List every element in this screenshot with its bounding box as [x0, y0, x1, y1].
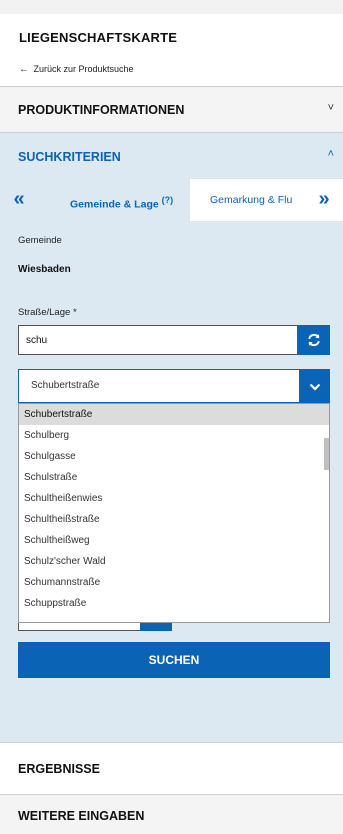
- back-link[interactable]: ← Zurück zur Produktsuche: [19, 64, 134, 75]
- strasse-label: Straße/Lage *: [18, 307, 77, 318]
- street-select[interactable]: Schubertstraße: [18, 369, 330, 403]
- section-title: WEITERE EINGABEN: [18, 809, 145, 823]
- street-dropdown-list[interactable]: Schubertstraße Schulberg Schulgasse Schu…: [18, 403, 330, 623]
- street-select-value[interactable]: Schubertstraße: [18, 369, 300, 403]
- chevron-up-icon[interactable]: ˄: [328, 148, 334, 160]
- back-link-label: Zurück zur Produktsuche: [33, 64, 134, 74]
- tab-next-icon[interactable]: »: [305, 179, 343, 221]
- tab-prev-icon[interactable]: «: [0, 179, 38, 221]
- dropdown-option[interactable]: Schulgasse: [19, 446, 329, 467]
- dropdown-option[interactable]: Schultheißstraße: [19, 509, 329, 530]
- section-title: ERGEBNISSE: [18, 762, 100, 776]
- tab-gemeinde-lage[interactable]: Gemeinde & Lage (?): [52, 179, 190, 221]
- gemeinde-label: Gemeinde: [18, 235, 62, 246]
- dropdown-option[interactable]: Schuppstraße: [19, 593, 329, 614]
- dropdown-option[interactable]: Schulberg: [19, 425, 329, 446]
- chevron-down-icon[interactable]: [300, 369, 330, 403]
- arrow-left-icon: ←: [19, 64, 29, 75]
- refresh-icon[interactable]: [298, 325, 330, 355]
- help-icon[interactable]: (?): [162, 195, 174, 205]
- dropdown-option[interactable]: Schultheißweg: [19, 530, 329, 551]
- section-weitere-eingaben[interactable]: WEITERE EINGABEN: [0, 794, 343, 834]
- dropdown-option[interactable]: Schultheißenwies: [19, 488, 329, 509]
- section-ergebnisse[interactable]: ERGEBNISSE: [0, 742, 343, 794]
- tab-bar: « Gemeinde & Lage (?) Gemarkung & Flu »: [0, 179, 343, 221]
- section-produktinformationen[interactable]: PRODUKTINFORMATIONEN ˅: [0, 86, 343, 132]
- section-title[interactable]: SUCHKRITERIEN: [18, 150, 121, 164]
- chevron-down-icon[interactable]: ˅: [328, 102, 334, 114]
- dropdown-option[interactable]: Schumannstraße: [19, 572, 329, 593]
- header: LIEGENSCHAFTSKARTE ← Zurück zur Produkts…: [0, 14, 343, 86]
- section-title: PRODUKTINFORMATIONEN: [18, 103, 185, 117]
- dropdown-option[interactable]: Schulz'scher Wald: [19, 551, 329, 572]
- dropdown-scrollbar[interactable]: [324, 438, 329, 470]
- dropdown-option[interactable]: Schubertstraße: [19, 404, 329, 425]
- top-strip: [0, 0, 343, 14]
- dropdown-option[interactable]: Schulstraße: [19, 467, 329, 488]
- search-button[interactable]: SUCHEN: [18, 642, 330, 678]
- tab-label: Gemeinde & Lage: [70, 198, 159, 211]
- page-title: LIEGENSCHAFTSKARTE: [19, 30, 178, 45]
- strasse-search-input[interactable]: [18, 325, 298, 355]
- tab-gemarkung-flur[interactable]: Gemarkung & Flu: [190, 179, 305, 221]
- strasse-input-row: [18, 325, 330, 355]
- gemeinde-value: Wiesbaden: [18, 264, 71, 275]
- section-suchkriterien: SUCHKRITERIEN ˄ « Gemeinde & Lage (?) Ge…: [0, 132, 343, 742]
